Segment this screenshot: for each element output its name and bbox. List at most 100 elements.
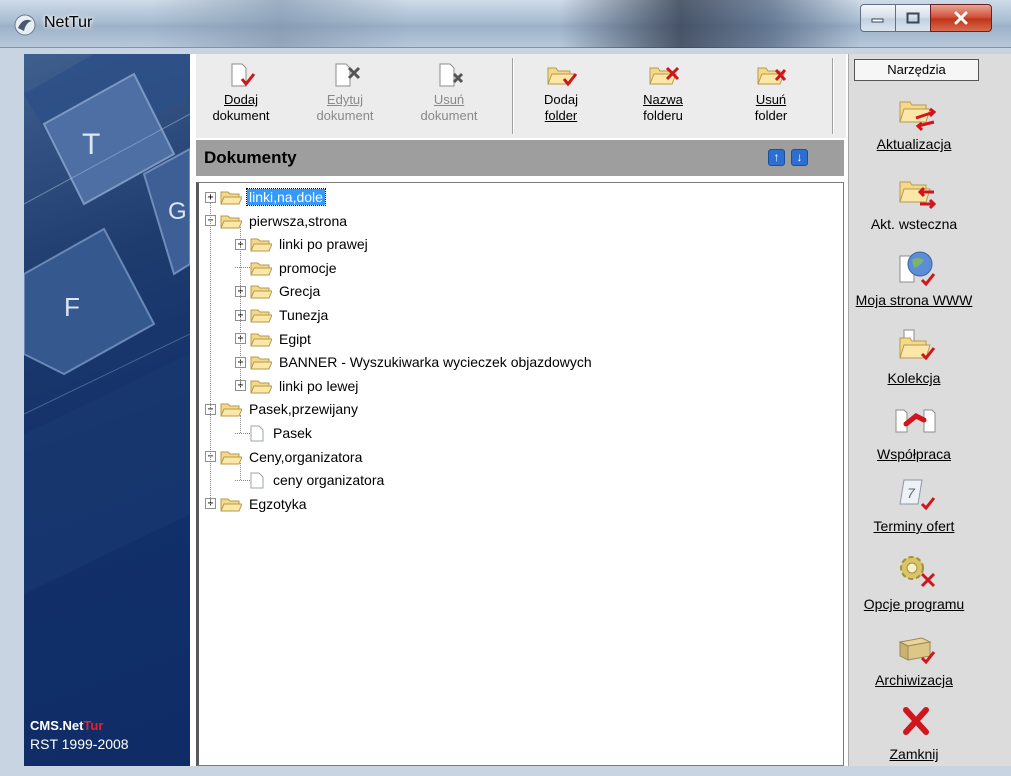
rename-folder-button[interactable]: Nazwa folderu xyxy=(624,58,702,134)
close-x-icon xyxy=(954,11,968,25)
folder-icon xyxy=(220,451,242,465)
folder-update-icon xyxy=(899,101,937,132)
toolbar: Dodaj dokument Edytuj dokument Usuń dokumen… xyxy=(196,54,846,138)
move-up-button[interactable]: ↑ xyxy=(768,149,785,166)
cooperation-button[interactable]: Współpraca xyxy=(849,402,1011,476)
tree-item-label: Pasek xyxy=(273,425,312,441)
tree-folder-item[interactable]: promocje xyxy=(235,258,339,278)
folder-icon xyxy=(250,262,272,276)
documents-header: Dokumenty ↑ ↓ xyxy=(196,140,844,176)
folder-rollback-icon xyxy=(899,181,937,210)
keyboard-artwork: T G F xyxy=(24,54,190,594)
document-icon xyxy=(250,425,264,441)
tree-folder-item[interactable]: + linki po prawej xyxy=(235,234,370,254)
tree-folder-item[interactable]: + Egzotyka xyxy=(205,494,309,514)
folder-icon xyxy=(250,333,272,347)
program-options-button[interactable]: Opcje programu xyxy=(849,552,1011,626)
folder-icon xyxy=(220,191,242,205)
title-bar[interactable]: NetTur xyxy=(0,0,1011,48)
tools-header: Narzędzia xyxy=(854,59,979,81)
folder-tools-icon xyxy=(649,66,680,85)
folder-icon xyxy=(250,356,272,370)
key-letter-g: G xyxy=(168,198,187,225)
folder-check-icon xyxy=(547,67,578,87)
maximize-button[interactable] xyxy=(895,4,931,32)
collection-button[interactable]: Kolekcja xyxy=(849,326,1011,400)
cms-brand: CMS.NetTur xyxy=(30,718,104,733)
back-update-button[interactable]: Akt. wsteczna xyxy=(849,172,1011,246)
calendar-check-icon: 7 xyxy=(899,479,936,511)
tree-item-label: ceny organizatora xyxy=(273,472,385,489)
my-website-button[interactable]: Moja strona WWW xyxy=(849,248,1011,322)
close-red-x-icon xyxy=(903,707,929,735)
close-window-button[interactable] xyxy=(930,4,992,32)
document-icon xyxy=(250,472,264,489)
gear-tools-icon xyxy=(900,556,936,588)
tree-item-label: Ceny,organizatora xyxy=(249,448,363,465)
key-letter-t: T xyxy=(82,128,100,161)
tree-item-label: Pasek,przewijany xyxy=(249,401,358,418)
folder-icon xyxy=(250,380,272,394)
tools-panel: Narzędzia Aktualizacja Akt. wsteczna Moj… xyxy=(848,54,1011,766)
document-check-icon xyxy=(231,63,256,87)
delete-document-button[interactable]: Usuń dokument xyxy=(410,58,488,134)
tree-folder-item[interactable]: + linki,na,dole xyxy=(205,187,326,207)
tree-item-label: pierwsza,strona xyxy=(249,212,348,229)
folder-icon xyxy=(250,238,272,252)
delete-folder-button[interactable]: Usuń folder xyxy=(732,58,810,134)
offer-dates-button[interactable]: 7 Terminy ofert xyxy=(849,474,1011,548)
arrow-up-icon: ↑ xyxy=(773,150,780,164)
update-button[interactable]: Aktualizacja xyxy=(849,92,1011,166)
tree-item-label: linki,na,dole xyxy=(246,188,326,206)
document-delete-icon xyxy=(439,63,464,87)
tree-folder-item[interactable]: + linki po lewej xyxy=(235,376,360,396)
tree-item-label: BANNER - Wyszukiwarka wycieczek objazdow… xyxy=(279,354,592,371)
folder-icon xyxy=(220,215,242,229)
copyright-text: RST 1999-2008 xyxy=(30,736,129,752)
documents-title: Dokumenty xyxy=(204,148,297,167)
folder-icon xyxy=(220,498,242,512)
document-tree[interactable]: + linki,na,dole − pierwsza,strona + linki po … xyxy=(196,182,844,766)
folder-collection-icon xyxy=(899,329,936,361)
minimize-button[interactable] xyxy=(860,4,896,32)
maximize-icon xyxy=(906,12,920,24)
brand-banner: T G F CMS.NetTur RST 1999-2008 xyxy=(24,54,190,766)
tree-folder-item[interactable]: − pierwsza,strona xyxy=(205,211,349,231)
key-letter-f: F xyxy=(64,292,80,322)
archive-box-icon xyxy=(898,637,936,665)
move-down-button[interactable]: ↓ xyxy=(791,149,808,166)
tree-item-label: Tunezja xyxy=(279,307,329,323)
tree-expander[interactable]: + xyxy=(205,191,216,203)
tree-folder-item[interactable]: + BANNER - Wyszukiwarka wycieczek objazdo… xyxy=(235,352,594,372)
tree-item-label: linki po prawej xyxy=(279,236,368,253)
svg-text:7: 7 xyxy=(907,485,916,501)
tree-document-item[interactable]: ceny organizatora xyxy=(235,470,386,490)
minimize-icon xyxy=(871,18,884,23)
folder-icon xyxy=(250,309,272,323)
window-title: NetTur xyxy=(44,14,93,31)
folder-icon xyxy=(250,285,272,299)
tree-folder-item[interactable]: + Tunezja xyxy=(235,305,330,325)
tree-folder-item[interactable]: − Ceny,organizatora xyxy=(205,447,364,467)
archive-button[interactable]: Archiwizacja xyxy=(849,628,1011,702)
nettur-app-icon xyxy=(14,14,36,36)
add-document-button[interactable]: Dodaj dokument xyxy=(202,58,280,134)
tree-item-label: linki po lewej xyxy=(279,377,359,394)
tree-item-label: Grecja xyxy=(279,283,321,300)
tree-folder-item[interactable]: − Pasek,przewijany xyxy=(205,399,360,419)
arrow-down-icon: ↓ xyxy=(796,150,803,164)
tree-folder-item[interactable]: + Grecja xyxy=(235,281,322,301)
tree-item-label: Egipt xyxy=(279,330,311,347)
document-tools-icon xyxy=(335,63,361,87)
documents-link-icon xyxy=(895,409,936,433)
folder-icon xyxy=(220,403,242,417)
edit-document-button[interactable]: Edytuj dokument xyxy=(306,58,384,134)
tree-document-item[interactable]: Pasek xyxy=(235,423,314,443)
close-app-button[interactable]: Zamknij xyxy=(849,702,1011,776)
tree-item-label: Egzotyka xyxy=(249,495,307,512)
tree-item-label: promocje xyxy=(279,259,337,276)
globe-document-icon xyxy=(899,251,936,287)
add-folder-button[interactable]: Dodaj folder xyxy=(522,58,600,134)
tree-folder-item[interactable]: + Egipt xyxy=(235,329,313,349)
folder-delete-icon xyxy=(757,67,787,85)
